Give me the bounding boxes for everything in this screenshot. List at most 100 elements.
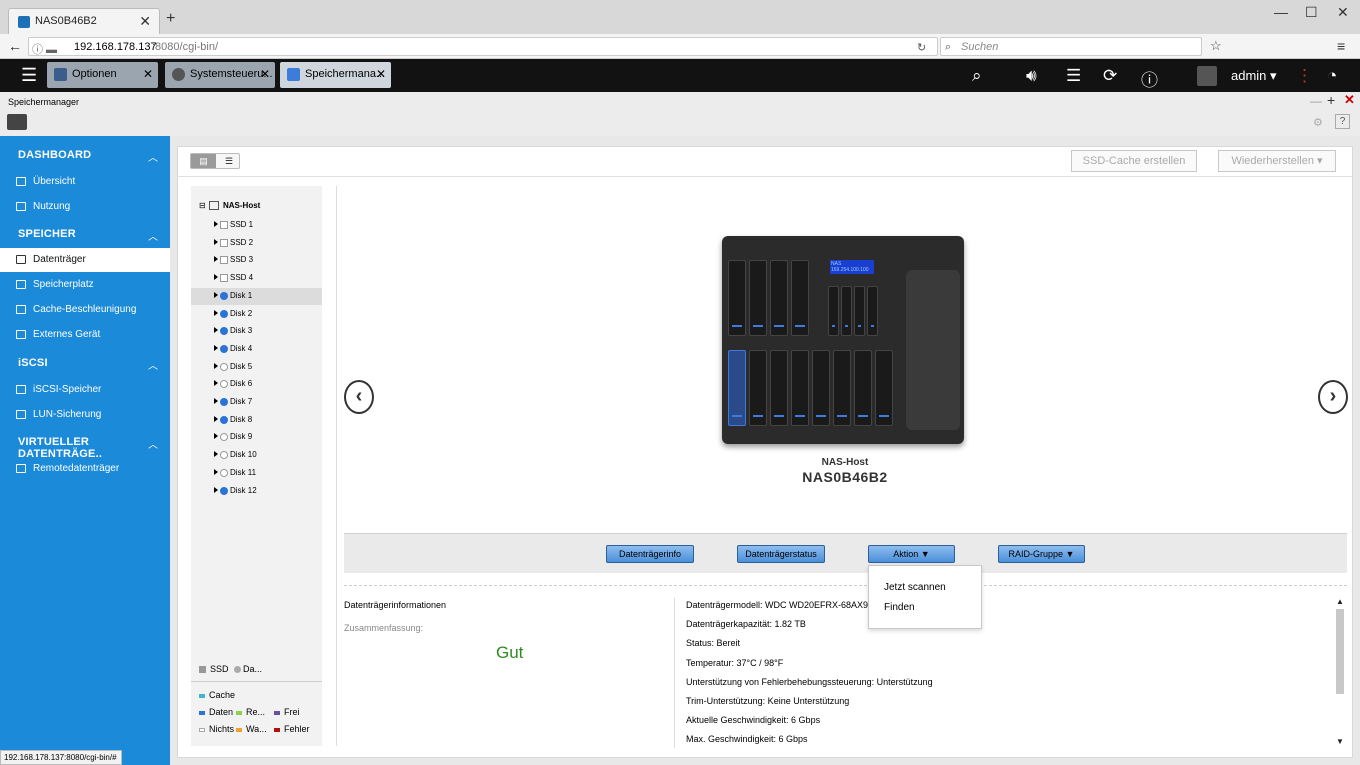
expand-arrow-icon[interactable] [214, 238, 218, 245]
scroll-up-icon[interactable]: ▲ [1336, 597, 1344, 606]
tree-node[interactable]: SSD 3 [191, 252, 322, 269]
sidebar-item-externes-geraet[interactable]: Externes Gerät [0, 323, 170, 347]
tree-node[interactable]: Disk 9 [191, 429, 322, 446]
help-icon[interactable]: ? [1335, 114, 1350, 129]
tree-node[interactable]: Disk 7 [191, 394, 322, 411]
create-ssd-cache-button[interactable]: SSD-Cache erstellen [1071, 150, 1197, 172]
collapse-icon[interactable]: ⊟ [199, 201, 206, 210]
sidebar-item-iscsi-speicher[interactable]: iSCSI-Speicher [0, 378, 170, 402]
settings-gear-icon[interactable]: ⚙ [1313, 116, 1323, 129]
close-icon[interactable]: ✕ [260, 67, 270, 81]
drive-bay[interactable] [833, 350, 851, 426]
next-arrow-icon[interactable]: › [1318, 380, 1348, 414]
menu-item-jetzt-scannen[interactable]: Jetzt scannen [884, 582, 946, 593]
tree-node[interactable]: Disk 10 [191, 447, 322, 464]
expand-arrow-icon[interactable] [214, 344, 218, 351]
expand-arrow-icon[interactable] [214, 274, 218, 281]
sidebar-item-remotedatentraeger[interactable]: Remotedatenträger [0, 457, 170, 481]
expand-arrow-icon[interactable] [214, 291, 218, 298]
drive-bay[interactable] [875, 350, 893, 426]
expand-arrow-icon[interactable] [214, 415, 218, 422]
close-window-icon[interactable]: ✕ [1337, 4, 1349, 21]
disk-info-button[interactable]: Datenträgerinfo [606, 545, 694, 563]
drive-bay[interactable] [749, 350, 767, 426]
minimize-app-icon[interactable]: — [1310, 94, 1322, 108]
expand-arrow-icon[interactable] [214, 380, 218, 387]
tree-node[interactable]: SSD 4 [191, 270, 322, 287]
close-icon[interactable]: ✕ [143, 67, 153, 81]
reload-icon[interactable]: ↻ [917, 41, 926, 54]
maximize-app-icon[interactable]: + [1327, 92, 1335, 108]
tree-node[interactable]: Disk 6 [191, 376, 322, 393]
expand-arrow-icon[interactable] [214, 256, 218, 263]
disk-status-button[interactable]: Datenträgerstatus [737, 545, 825, 563]
list-view-icon[interactable]: ☰ [218, 154, 240, 168]
chevron-up-icon[interactable]: ︿ [148, 228, 158, 243]
tree-node[interactable]: Disk 11 [191, 465, 322, 482]
drive-bay[interactable] [770, 350, 788, 426]
info-icon[interactable]: ⓘ [1141, 66, 1158, 91]
menu-item-finden[interactable]: Finden [884, 602, 915, 613]
tree-root[interactable]: ⊟ NAS-Host [191, 198, 322, 215]
qts-tab-systemsteuerung[interactable]: Systemsteueru... ✕ [165, 62, 275, 88]
tasks-icon[interactable]: ☰ [1066, 66, 1081, 86]
sidebar-item-uebersicht[interactable]: Übersicht [0, 170, 170, 194]
sidebar-item-speicherplatz[interactable]: Speicherplatz [0, 273, 170, 297]
tree-node[interactable]: Disk 2 [191, 306, 322, 323]
sidebar-item-lun-sicherung[interactable]: LUN-Sicherung [0, 403, 170, 427]
close-app-icon[interactable]: ✕ [1344, 92, 1355, 108]
previous-arrow-icon[interactable]: ‹ [344, 380, 374, 414]
expand-arrow-icon[interactable] [214, 486, 218, 493]
chevron-up-icon[interactable]: ︿ [148, 149, 158, 164]
grid-view-icon[interactable]: ▤ [191, 154, 216, 168]
sync-icon[interactable]: ⟳ [1103, 66, 1117, 86]
drive-bay-selected[interactable] [728, 350, 746, 426]
sidebar-section-speicher[interactable]: SPEICHER [18, 228, 76, 240]
expand-arrow-icon[interactable] [214, 362, 218, 369]
expand-arrow-icon[interactable] [214, 327, 218, 334]
panel-toggle-icon[interactable] [7, 114, 27, 130]
tree-node[interactable]: Disk 3 [191, 323, 322, 340]
sidebar-section-dashboard[interactable]: DASHBOARD [18, 149, 91, 161]
qts-tab-optionen[interactable]: Optionen ✕ [47, 62, 158, 88]
sidebar-item-cache-beschleunigung[interactable]: Cache-Beschleunigung [0, 298, 170, 322]
expand-arrow-icon[interactable] [214, 398, 218, 404]
qts-tab-speichermanager[interactable]: Speichermana... ✕ [280, 62, 391, 88]
address-bar[interactable]: ⓘ ▬ 192.168.178.137 :8080/cgi-bin/ ↻ [28, 37, 938, 56]
restore-button[interactable]: Wiederherstellen ▾ [1218, 150, 1336, 172]
chevron-up-icon[interactable]: ︿ [148, 436, 158, 451]
hamburger-menu-icon[interactable]: ☰ [21, 65, 37, 86]
browser-search-input[interactable]: ⌕ Suchen [940, 37, 1202, 56]
maximize-window-icon[interactable]: ☐ [1305, 4, 1318, 21]
scroll-down-icon[interactable]: ▼ [1336, 737, 1344, 746]
tree-node[interactable]: SSD 2 [191, 235, 322, 252]
new-tab-icon[interactable]: + [166, 10, 175, 28]
close-icon[interactable]: ✕ [376, 67, 386, 81]
minimize-window-icon[interactable]: — [1274, 4, 1288, 20]
action-dropdown-button[interactable]: Aktion ▼ [868, 545, 955, 563]
drive-bay[interactable] [854, 350, 872, 426]
site-info-icon[interactable]: ⓘ ▬ [32, 41, 57, 57]
chevron-up-icon[interactable]: ︿ [148, 357, 158, 372]
volume-icon[interactable]: 🔊︎ [1026, 66, 1037, 86]
user-menu[interactable]: admin ▾ [1231, 68, 1277, 84]
tree-node[interactable]: SSD 1 [191, 217, 322, 234]
tree-node[interactable]: Disk 1 [191, 287, 322, 305]
expand-arrow-icon[interactable] [214, 468, 218, 475]
sidebar-item-nutzung[interactable]: Nutzung [0, 195, 170, 219]
bookmark-star-icon[interactable]: ☆ [1210, 38, 1222, 54]
sidebar-item-datentraeger[interactable]: Datenträger [0, 248, 170, 272]
expand-arrow-icon[interactable] [214, 221, 218, 227]
drive-bay[interactable] [791, 350, 809, 426]
close-tab-icon[interactable]: ✕ [139, 13, 151, 30]
tree-node[interactable]: Disk 4 [191, 341, 322, 358]
expand-arrow-icon[interactable] [214, 309, 218, 316]
expand-arrow-icon[interactable] [214, 433, 218, 440]
sidebar-section-iscsi[interactable]: iSCSI [18, 357, 48, 369]
drive-bay[interactable] [812, 350, 830, 426]
back-arrow-icon[interactable]: ← [8, 38, 22, 54]
tree-node[interactable]: Disk 8 [191, 412, 322, 429]
details-scrollbar[interactable]: ▲ ▼ [1334, 597, 1346, 749]
browser-menu-icon[interactable]: ≡ [1337, 38, 1345, 54]
more-options-icon[interactable]: ⋮ [1296, 66, 1313, 86]
